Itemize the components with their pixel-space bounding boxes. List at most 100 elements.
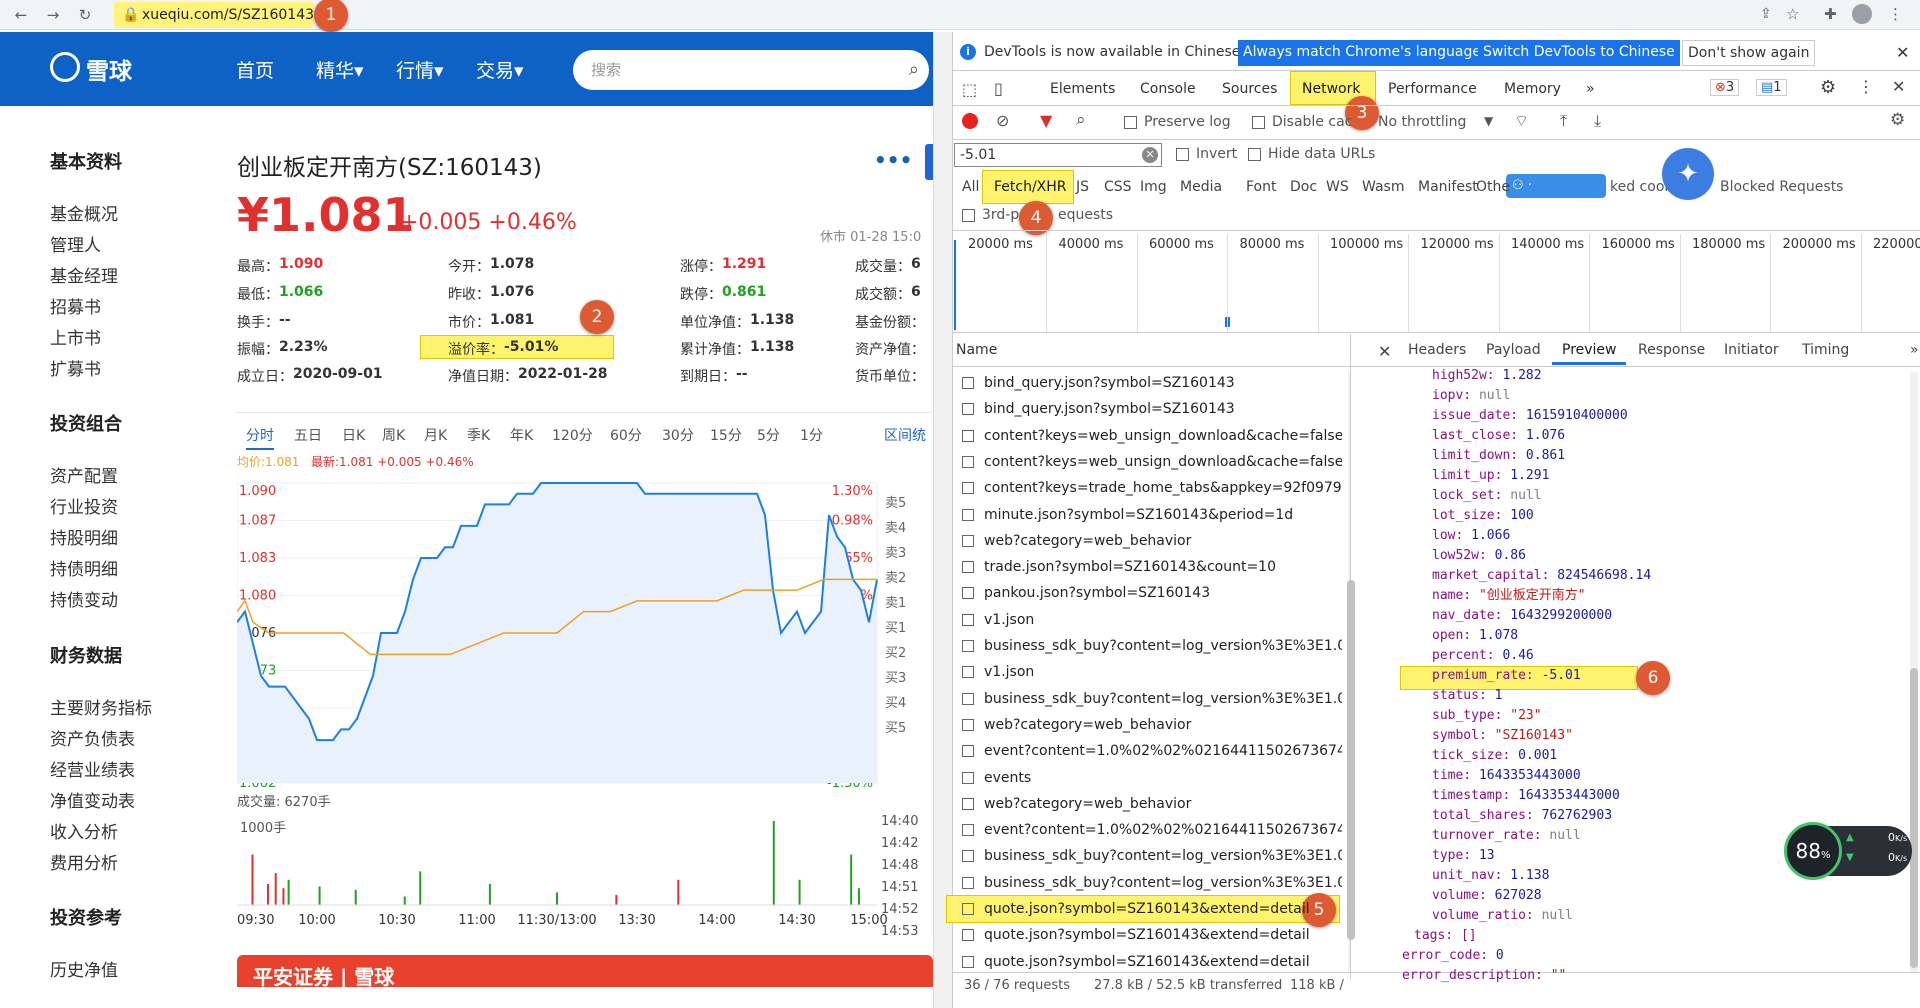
chart-tab[interactable]: 月K (424, 425, 447, 445)
request-checkbox[interactable] (962, 718, 974, 731)
export-har-icon[interactable]: ⤓ (1594, 111, 1601, 131)
chart-tab[interactable]: 五日 (294, 425, 322, 445)
request-row[interactable]: pankou.json?symbol=SZ160143 (962, 580, 1342, 606)
clear-icon[interactable]: ⊘ (996, 111, 1009, 130)
tab-network[interactable]: Network (1302, 81, 1360, 97)
request-list-scroll-thumb[interactable] (1347, 580, 1355, 940)
request-checkbox[interactable] (962, 377, 974, 389)
request-row[interactable]: business_sdk_buy?content=log_version%3E%… (962, 843, 1342, 869)
site-logo[interactable]: 雪球 (86, 52, 132, 86)
back-icon[interactable]: ← (12, 6, 30, 24)
close-info-icon[interactable]: ✕ (1896, 43, 1909, 62)
detail-tab-response[interactable]: Response (1638, 342, 1705, 358)
chart-tab[interactable]: 周K (382, 425, 405, 445)
request-row[interactable]: web?category=web_behavior (962, 791, 1342, 817)
profile-avatar[interactable] (1852, 4, 1872, 24)
chart-tab[interactable]: 年K (510, 425, 533, 445)
request-checkbox[interactable] (962, 508, 974, 521)
sidebar-item[interactable]: 收入分析 (50, 818, 118, 843)
devtools-menu-icon[interactable]: ⋮ (1858, 77, 1874, 96)
switch-chinese-button[interactable]: Switch DevTools to Chinese (1478, 40, 1680, 66)
hide-data-urls-checkbox[interactable] (1248, 148, 1261, 161)
network-conditions-icon[interactable]: ⌔ (1514, 111, 1529, 131)
chart-tab[interactable]: 15分 (710, 425, 742, 445)
network-filter-input[interactable]: -5.01 (954, 143, 1162, 167)
settings-gear-icon[interactable]: ⚙ (1820, 77, 1836, 98)
follow-button[interactable] (925, 144, 933, 180)
tab-memory[interactable]: Memory (1504, 81, 1561, 97)
address-bar[interactable]: 🔒 xueqiu.com/S/SZ160143 (114, 2, 314, 28)
sidebar-item[interactable]: 基金经理 (50, 262, 118, 287)
nav-market[interactable]: 行情▾ (396, 56, 444, 83)
network-settings-gear-icon[interactable]: ⚙ (1890, 110, 1905, 130)
request-row[interactable]: quote.json?symbol=SZ160143&extend=detail (962, 949, 1342, 975)
filter-js[interactable]: JS (1076, 179, 1089, 195)
sidebar-item[interactable]: 历史净值 (50, 956, 118, 981)
name-column-header[interactable]: Name (956, 342, 997, 358)
request-checkbox[interactable] (962, 824, 974, 837)
request-checkbox[interactable] (962, 455, 974, 468)
request-checkbox[interactable] (962, 771, 974, 784)
sidebar-item[interactable]: 主要财务指标 (50, 694, 152, 719)
chart-tab[interactable]: 日K (342, 425, 365, 445)
request-row[interactable]: business_sdk_buy?content=log_version%3E%… (962, 686, 1342, 712)
filter-doc[interactable]: Doc (1290, 179, 1317, 195)
request-checkbox[interactable] (962, 692, 974, 705)
close-devtools-icon[interactable]: ✕ (1892, 77, 1905, 96)
request-row[interactable]: content?keys=web_unsign_download&cache=f… (962, 423, 1342, 449)
floating-assistant-icon[interactable]: ✦ (1662, 148, 1714, 200)
request-row[interactable]: bind_query.json?symbol=SZ160143 (962, 370, 1342, 396)
messages-counter[interactable]: ▤1 (1756, 79, 1787, 96)
extensions-icon[interactable]: ✚ (1824, 5, 1837, 23)
request-checkbox[interactable] (962, 955, 974, 968)
filter-manifest[interactable]: Manifest (1418, 179, 1478, 195)
request-row[interactable]: minute.json?symbol=SZ160143&period=1d (962, 502, 1342, 528)
detail-tab-payload[interactable]: Payload (1486, 342, 1541, 358)
range-stats-link[interactable]: 区间统 (884, 425, 926, 445)
request-checkbox[interactable] (962, 429, 974, 442)
sidebar-item[interactable]: 经营业绩表 (50, 756, 135, 781)
bookmark-star-icon[interactable]: ☆ (1786, 5, 1799, 23)
request-checkbox[interactable] (962, 745, 974, 758)
sidebar-item[interactable]: 净值变动表 (50, 787, 135, 812)
filter-css[interactable]: CSS (1104, 179, 1132, 195)
tab-sources[interactable]: Sources (1222, 81, 1277, 97)
chrome-menu-icon[interactable]: ⋮ (1888, 5, 1903, 23)
more-detail-tabs-icon[interactable]: » (1910, 342, 1919, 358)
nav-home[interactable]: 首页 (236, 56, 274, 83)
record-stop-icon[interactable] (962, 113, 978, 129)
sidebar-item[interactable]: 基金概况 (50, 200, 118, 225)
inspect-element-icon[interactable]: ⬚ (962, 80, 977, 99)
request-row[interactable]: v1.json (962, 607, 1342, 633)
sidebar-item[interactable]: 费用分析 (50, 849, 118, 874)
sidebar-item[interactable]: 行业投资 (50, 493, 118, 518)
request-checkbox[interactable] (962, 561, 974, 574)
request-row[interactable]: events (962, 765, 1342, 791)
import-har-icon[interactable]: ⤒ (1560, 111, 1567, 131)
tab-performance[interactable]: Performance (1388, 81, 1477, 97)
sidebar-item[interactable]: 招募书 (50, 293, 101, 318)
search-input[interactable]: 搜索 ⌕ (573, 50, 929, 90)
request-row[interactable]: quote.json?symbol=SZ160143&extend=detail (962, 922, 1342, 948)
nav-trade[interactable]: 交易▾ (476, 56, 524, 83)
match-language-button[interactable]: Always match Chrome's language (1238, 40, 1486, 66)
tab-elements[interactable]: Elements (1050, 81, 1115, 97)
request-checkbox[interactable] (962, 666, 974, 679)
chevron-down-icon[interactable]: ▼ (1484, 114, 1493, 128)
intraday-chart[interactable]: 1.0901.30%1.0870.98%1.0830.65%1.0800.33%… (237, 465, 937, 935)
request-checkbox[interactable] (962, 482, 974, 495)
request-checkbox[interactable] (962, 640, 974, 652)
detail-tab-headers[interactable]: Headers (1408, 342, 1466, 358)
chart-tab[interactable]: 季K (467, 425, 490, 445)
chart-tab[interactable]: 分时 (246, 425, 274, 450)
request-row[interactable]: event?content=1.0%02%02%0216441150267367… (962, 738, 1342, 764)
share-icon[interactable]: ⇪ (1760, 6, 1772, 22)
chart-tab[interactable]: 1分 (800, 425, 823, 445)
filter-wasm[interactable]: Wasm (1362, 179, 1404, 195)
request-row[interactable]: bind_query.json?symbol=SZ160143 (962, 396, 1342, 422)
request-row[interactable]: web?category=web_behavior (962, 712, 1342, 738)
detail-tab-timing[interactable]: Timing (1802, 342, 1849, 358)
device-toolbar-icon[interactable]: ▯ (994, 79, 1003, 98)
dont-show-again-button[interactable]: Don't show again (1682, 40, 1816, 66)
sidebar-item[interactable]: 持债明细 (50, 555, 118, 580)
